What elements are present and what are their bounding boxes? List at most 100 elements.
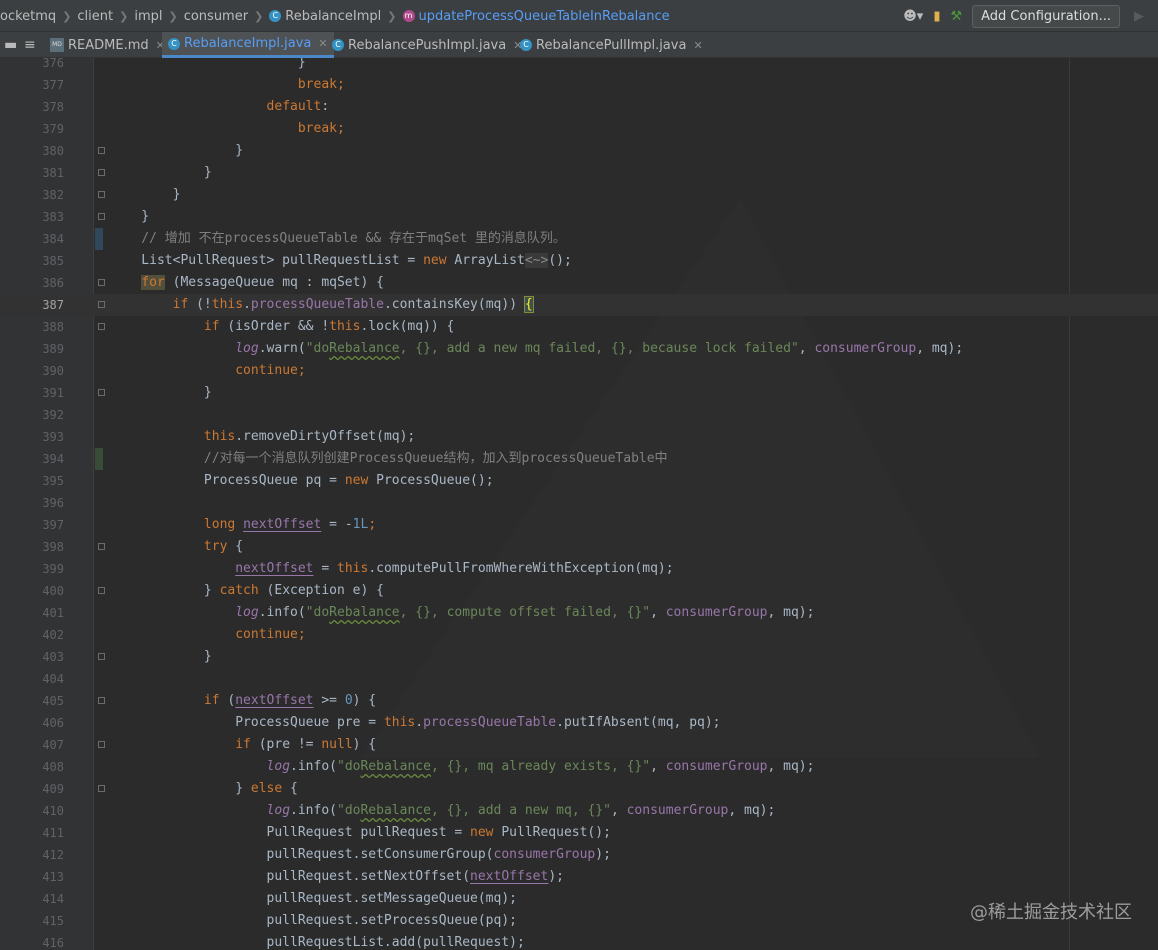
line-number[interactable]: 381 (30, 162, 64, 184)
code-line[interactable]: 410 log.info("doRebalance, {}, add a new… (0, 800, 1158, 822)
code-line[interactable]: 394 //对每一个消息队列创建ProcessQueue结构，加入到proces… (0, 448, 1158, 470)
fold-icon[interactable] (98, 169, 105, 176)
code-line[interactable]: 413 pullRequest.setNextOffset(nextOffset… (0, 866, 1158, 888)
code-line[interactable]: 383 } (0, 206, 1158, 228)
line-number[interactable]: 413 (30, 866, 64, 888)
user-icon[interactable]: ☻▾ (903, 9, 923, 24)
code-line[interactable]: 397 long nextOffset = -1L; (0, 514, 1158, 536)
line-number[interactable]: 390 (30, 360, 64, 382)
code-line[interactable]: 408 log.info("doRebalance, {}, mq alread… (0, 756, 1158, 778)
code-line[interactable]: 377 break; (0, 74, 1158, 96)
line-number[interactable]: 405 (30, 690, 64, 712)
breadcrumb-item[interactable]: ocketmq (0, 9, 56, 24)
code-line[interactable]: 387 if (!this.processQueueTable.contains… (0, 294, 1158, 316)
line-number[interactable]: 399 (30, 558, 64, 580)
line-number[interactable]: 397 (30, 514, 64, 536)
code-line[interactable]: 401 log.info("doRebalance, {}, compute o… (0, 602, 1158, 624)
line-number[interactable]: 382 (30, 184, 64, 206)
tab-rebalancepushimpl-java[interactable]: C RebalancePushImpl.java ✕ (326, 32, 528, 58)
fold-icon[interactable] (98, 741, 105, 748)
line-number[interactable]: 400 (30, 580, 64, 602)
change-marker[interactable] (95, 448, 103, 470)
fold-icon[interactable] (98, 323, 105, 330)
code-line[interactable]: 376 } (0, 58, 1158, 74)
line-number[interactable]: 393 (30, 426, 64, 448)
tab-list-icon[interactable]: ≡ (24, 32, 36, 58)
line-number[interactable]: 407 (30, 734, 64, 756)
tab-rebalancepullimpl-java[interactable]: C RebalancePullImpl.java ✕ (514, 32, 709, 58)
code-line[interactable]: 378 default: (0, 96, 1158, 118)
run-icon[interactable]: ▶ (1134, 9, 1144, 24)
line-number[interactable]: 389 (30, 338, 64, 360)
code-line[interactable]: 406 ProcessQueue pre = this.processQueue… (0, 712, 1158, 734)
code-line[interactable]: 412 pullRequest.setConsumerGroup(consume… (0, 844, 1158, 866)
line-number[interactable]: 385 (30, 250, 64, 272)
breadcrumb-item[interactable]: m updateProcessQueueTableInRebalance (402, 9, 670, 24)
code-line[interactable]: 390 continue; (0, 360, 1158, 382)
line-number[interactable]: 391 (30, 382, 64, 404)
code-line[interactable]: 389 log.warn("doRebalance, {}, add a new… (0, 338, 1158, 360)
code-line[interactable]: 416 pullRequestList.add(pullRequest); (0, 932, 1158, 950)
code-line[interactable]: 380 } (0, 140, 1158, 162)
code-line[interactable]: 396 (0, 492, 1158, 514)
tab-rebalanceimpl-java[interactable]: C RebalanceImpl.java ✕ (162, 32, 334, 58)
code-line[interactable]: 400 } catch (Exception e) { (0, 580, 1158, 602)
code-line[interactable]: 384 // 增加 不在processQueueTable && 存在于mqSe… (0, 228, 1158, 250)
fold-icon[interactable] (98, 389, 105, 396)
fold-icon[interactable] (98, 543, 105, 550)
code-line[interactable]: 392 (0, 404, 1158, 426)
code-line[interactable]: 391 } (0, 382, 1158, 404)
code-line[interactable]: 402 continue; (0, 624, 1158, 646)
tab-readme-md[interactable]: MD README.md ✕ (44, 32, 171, 58)
line-number[interactable]: 402 (30, 624, 64, 646)
code-line[interactable]: 386 for (MessageQueue mq : mqSet) { (0, 272, 1158, 294)
code-line[interactable]: 379 break; (0, 118, 1158, 140)
breadcrumb-item[interactable]: impl (134, 9, 162, 24)
fold-icon[interactable] (98, 279, 105, 286)
line-number[interactable]: 396 (30, 492, 64, 514)
code-line[interactable]: 405 if (nextOffset >= 0) { (0, 690, 1158, 712)
fold-icon[interactable] (98, 191, 105, 198)
line-number[interactable]: 401 (30, 602, 64, 624)
code-line[interactable]: 393 this.removeDirtyOffset(mq); (0, 426, 1158, 448)
fold-icon[interactable] (98, 785, 105, 792)
line-number[interactable]: 379 (30, 118, 64, 140)
line-number[interactable]: 395 (30, 470, 64, 492)
line-number[interactable]: 388 (30, 316, 64, 338)
line-number[interactable]: 415 (30, 910, 64, 932)
menu-icon[interactable]: ▬ (4, 32, 17, 58)
line-number[interactable]: 416 (30, 932, 64, 950)
line-number[interactable]: 377 (30, 74, 64, 96)
line-number[interactable]: 410 (30, 800, 64, 822)
line-number[interactable]: 392 (30, 404, 64, 426)
change-marker[interactable] (95, 228, 103, 250)
line-number[interactable]: 386 (30, 272, 64, 294)
breadcrumb-item[interactable]: client (77, 9, 113, 24)
line-number[interactable]: 383 (30, 206, 64, 228)
code-line[interactable]: 399 nextOffset = this.computePullFromWhe… (0, 558, 1158, 580)
line-number[interactable]: 376 (30, 58, 64, 74)
fold-icon[interactable] (98, 697, 105, 704)
close-icon[interactable]: ✕ (693, 39, 702, 52)
fold-icon[interactable] (98, 301, 105, 308)
line-number[interactable]: 411 (30, 822, 64, 844)
code-line[interactable]: 382 } (0, 184, 1158, 206)
line-number[interactable]: 408 (30, 756, 64, 778)
line-number[interactable]: 414 (30, 888, 64, 910)
build-icon[interactable]: ▮ (933, 9, 940, 24)
line-number[interactable]: 378 (30, 96, 64, 118)
line-number[interactable]: 380 (30, 140, 64, 162)
fold-icon[interactable] (98, 147, 105, 154)
code-line[interactable]: 388 if (isOrder && !this.lock(mq)) { (0, 316, 1158, 338)
breadcrumb-item[interactable]: C RebalanceImpl (269, 9, 381, 24)
line-number[interactable]: 394 (30, 448, 64, 470)
code-line[interactable]: 398 try { (0, 536, 1158, 558)
line-number[interactable]: 412 (30, 844, 64, 866)
breadcrumb-item[interactable]: consumer (184, 9, 248, 24)
line-number[interactable]: 403 (30, 646, 64, 668)
fold-icon[interactable] (98, 587, 105, 594)
line-number[interactable]: 406 (30, 712, 64, 734)
code-line[interactable]: 409 } else { (0, 778, 1158, 800)
code-line[interactable]: 411 PullRequest pullRequest = new PullRe… (0, 822, 1158, 844)
code-line[interactable]: 381 } (0, 162, 1158, 184)
